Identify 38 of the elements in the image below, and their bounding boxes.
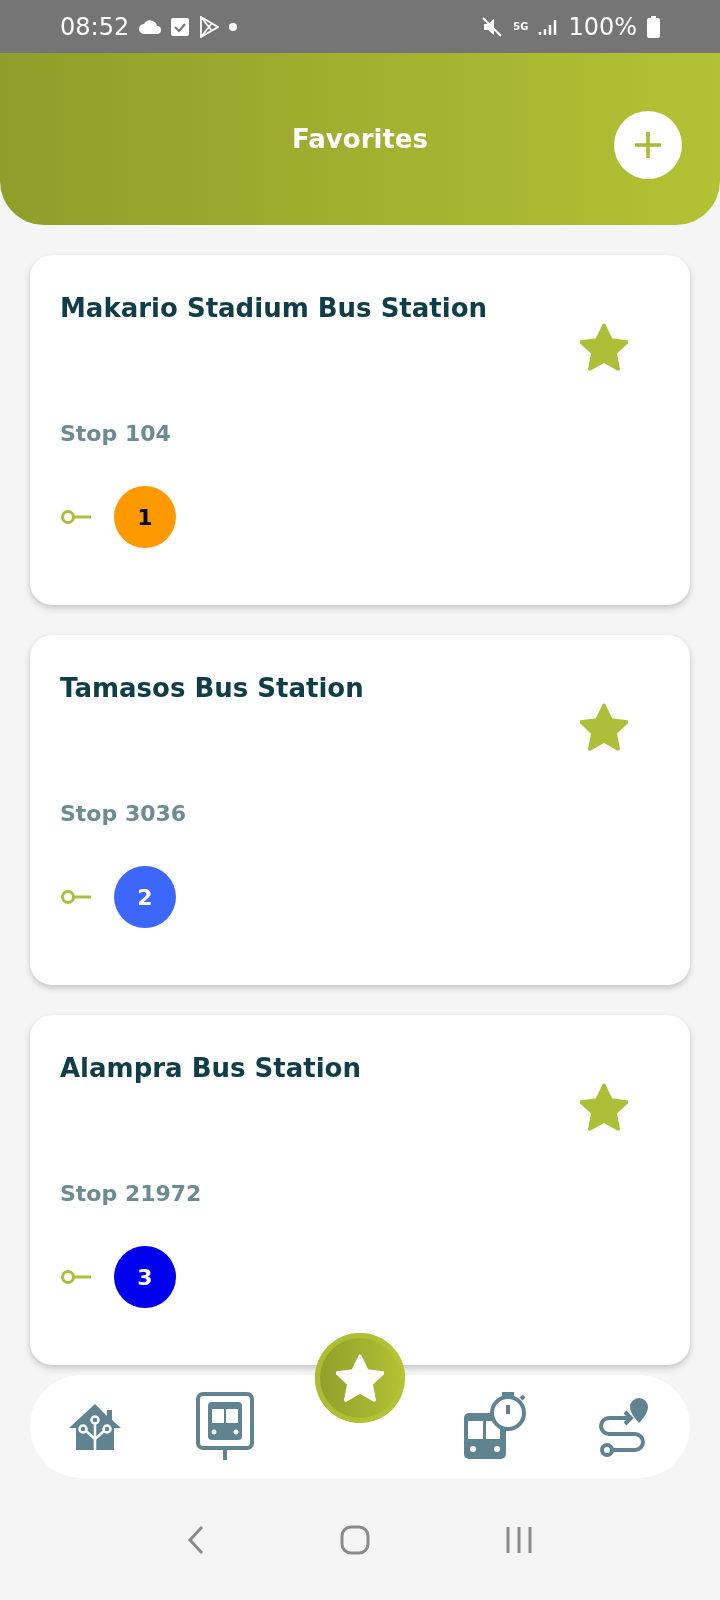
bus-stop-icon — [195, 1391, 255, 1462]
favorite-toggle[interactable] — [580, 1083, 628, 1131]
route-badge: 1 — [114, 486, 176, 548]
star-icon — [580, 703, 628, 751]
network-label: 5G — [513, 21, 529, 32]
dot-icon — [229, 22, 238, 31]
route-badge: 2 — [114, 866, 176, 928]
recents-icon[interactable] — [504, 1526, 533, 1554]
battery-level: 100% — [568, 12, 637, 41]
favorite-toggle[interactable] — [580, 703, 628, 751]
stop-card[interactable]: Makario Stadium Bus Station Stop 104 1 — [30, 255, 690, 605]
star-icon — [580, 323, 628, 371]
battery-icon — [647, 15, 660, 38]
route-line-icon — [60, 1269, 92, 1285]
plus-icon — [633, 130, 663, 160]
play-store-icon — [199, 15, 220, 38]
favorite-toggle[interactable] — [580, 323, 628, 371]
stop-number: Stop 104 — [60, 421, 171, 446]
home-icon — [67, 1401, 123, 1452]
station-name: Makario Stadium Bus Station — [60, 293, 488, 323]
route-badge: 3 — [114, 1246, 176, 1308]
route-line-icon — [60, 889, 92, 905]
page-title: Favorites — [292, 124, 428, 154]
back-icon[interactable] — [187, 1525, 206, 1555]
stop-number: Stop 21972 — [60, 1181, 202, 1206]
stop-number: Stop 3036 — [60, 801, 187, 826]
checkbox-icon — [171, 17, 190, 36]
stop-card[interactable]: Alampra Bus Station Stop 21972 3 — [30, 1015, 690, 1365]
stop-card[interactable]: Tamasos Bus Station Stop 3036 2 — [30, 635, 690, 985]
home-button-icon[interactable] — [340, 1525, 370, 1555]
cloud-icon — [139, 19, 162, 34]
star-icon — [580, 1083, 628, 1131]
station-name: Tamasos Bus Station — [60, 673, 364, 703]
star-icon — [336, 1353, 384, 1402]
status-time: 08:52 — [60, 12, 130, 41]
station-name: Alampra Bus Station — [60, 1053, 361, 1083]
route-line-icon — [60, 509, 92, 525]
mute-icon — [481, 15, 504, 38]
